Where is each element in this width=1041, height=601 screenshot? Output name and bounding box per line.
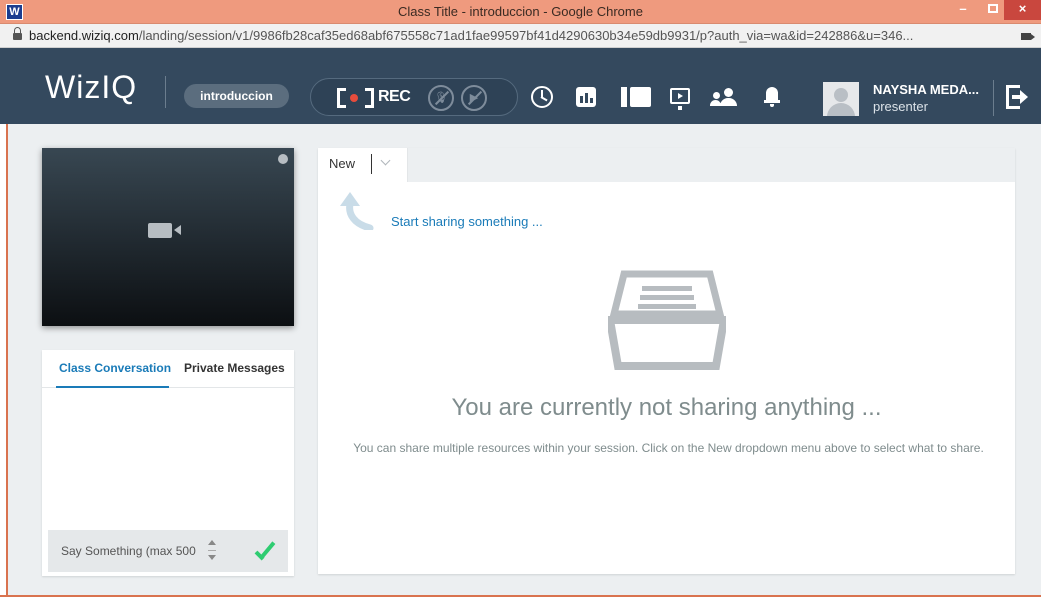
active-tab-indicator [56, 386, 169, 388]
toolbar-divider [165, 76, 166, 108]
share-panel: New Start sharing something ... You are … [318, 148, 1015, 574]
chat-panel: Class Conversation Private Messages Say … [42, 350, 294, 576]
send-checkmark-icon[interactable] [254, 540, 279, 561]
new-tab-separator [371, 154, 372, 174]
url-path: /landing/session/v1/9986fb28caf35ed68abf… [138, 28, 914, 43]
window-left-border [0, 124, 8, 601]
wiziq-logo: WizIQ [45, 69, 138, 105]
record-button[interactable]: REC [337, 88, 417, 108]
timer-icon[interactable] [531, 86, 553, 108]
chevron-down-icon[interactable] [380, 155, 391, 166]
window-title: Class Title - introduccion - Google Chro… [398, 4, 643, 19]
curved-arrow-icon [340, 192, 374, 230]
content-info-icon[interactable] [621, 87, 651, 107]
poll-icon[interactable] [576, 87, 596, 107]
window-title-bar: W Class Title - introduccion - Google Ch… [0, 0, 1041, 24]
empty-state-description: You can share multiple resources within … [353, 441, 984, 455]
tab-private-messages[interactable]: Private Messages [184, 361, 285, 375]
microphone-muted-icon[interactable]: 🎙 [428, 85, 454, 111]
wiziq-toolbar: WizIQ introduccion REC 🎙 ▶ NAYSHA MEDA..… [0, 48, 1041, 124]
chat-tabs: Class Conversation Private Messages [42, 350, 294, 388]
url-text[interactable]: backend.wiziq.com/landing/session/v1/998… [29, 28, 1014, 43]
empty-state-title: You are currently not sharing anything .… [451, 394, 882, 421]
video-camera-icon [148, 223, 181, 238]
recording-controls: REC 🎙 ▶ [310, 78, 518, 116]
record-dot-icon [350, 94, 358, 102]
user-role: presenter [873, 99, 928, 114]
address-bar[interactable]: backend.wiziq.com/landing/session/v1/998… [0, 24, 1041, 48]
share-tab-strip: New [318, 148, 1015, 182]
maximize-icon [988, 4, 998, 13]
chat-input-bar[interactable]: Say Something (max 500 [48, 530, 288, 572]
window-bottom-border [0, 595, 1041, 601]
toolbar-divider-right [993, 80, 994, 116]
presenter-video[interactable] [42, 148, 294, 326]
minimize-button[interactable]: – [949, 0, 977, 20]
notifications-bell-icon[interactable] [764, 87, 780, 107]
chat-input[interactable]: Say Something (max 500 [61, 544, 196, 558]
empty-tray-icon [608, 270, 726, 370]
camera-muted-icon[interactable]: ▶ [461, 85, 487, 111]
record-label: REC [378, 88, 411, 105]
video-settings-gear-icon[interactable] [278, 154, 288, 164]
input-resize-stepper-icon[interactable] [208, 540, 216, 562]
user-avatar[interactable] [823, 82, 859, 116]
camera-in-use-icon[interactable] [1021, 33, 1035, 40]
start-sharing-hint: Start sharing something ... [391, 214, 543, 229]
close-window-button[interactable]: × [1004, 0, 1041, 20]
url-host: backend.wiziq.com [29, 28, 139, 43]
exit-session-icon[interactable] [1006, 85, 1028, 109]
attendees-icon[interactable] [710, 88, 738, 108]
new-dropdown-tab[interactable]: New [318, 148, 408, 182]
lock-icon [13, 27, 22, 40]
session-name-badge[interactable]: introduccion [184, 84, 289, 108]
maximize-button[interactable] [979, 0, 1007, 20]
user-name[interactable]: NAYSHA MEDA... [873, 82, 979, 97]
tab-class-conversation[interactable]: Class Conversation [59, 361, 171, 375]
new-tab-label: New [329, 156, 356, 171]
screen-share-icon[interactable] [670, 88, 690, 110]
